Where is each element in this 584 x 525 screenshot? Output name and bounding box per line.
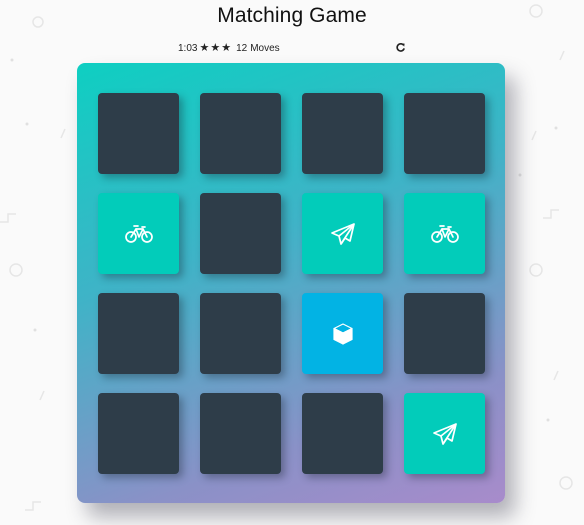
bicycle-icon — [430, 223, 460, 245]
card-closed[interactable] — [404, 293, 485, 374]
card-closed[interactable] — [98, 393, 179, 474]
star-rating: ★ ★ ★ — [199, 42, 232, 54]
card-open-cube[interactable] — [302, 293, 383, 374]
card-closed[interactable] — [302, 393, 383, 474]
card-match-bicycle[interactable] — [98, 193, 179, 274]
card-deck — [77, 63, 505, 503]
star-icon: ★ — [199, 42, 210, 54]
moves-count: 12 — [236, 42, 248, 54]
score-panel: 1:03 ★ ★ ★ 12 Moves — [178, 41, 406, 55]
paper-plane-icon — [330, 222, 356, 246]
card-match-bicycle[interactable] — [404, 193, 485, 274]
star-icon: ★ — [221, 42, 232, 54]
card-closed[interactable] — [200, 193, 281, 274]
card-closed[interactable] — [200, 393, 281, 474]
card-closed[interactable] — [200, 93, 281, 174]
card-closed[interactable] — [200, 293, 281, 374]
cube-icon — [332, 322, 354, 346]
card-closed[interactable] — [98, 293, 179, 374]
bicycle-icon — [124, 223, 154, 245]
restart-icon[interactable] — [395, 42, 406, 53]
timer: 1:03 — [178, 42, 198, 54]
card-closed[interactable] — [302, 93, 383, 174]
card-closed[interactable] — [404, 93, 485, 174]
star-icon: ★ — [210, 42, 221, 54]
moves-label: Moves — [250, 42, 280, 54]
moves-counter: 12 Moves — [236, 43, 280, 54]
card-match-paper-plane[interactable] — [302, 193, 383, 274]
card-closed[interactable] — [98, 93, 179, 174]
paper-plane-icon — [432, 422, 458, 446]
card-match-paper-plane[interactable] — [404, 393, 485, 474]
page-title: Matching Game — [217, 4, 367, 27]
